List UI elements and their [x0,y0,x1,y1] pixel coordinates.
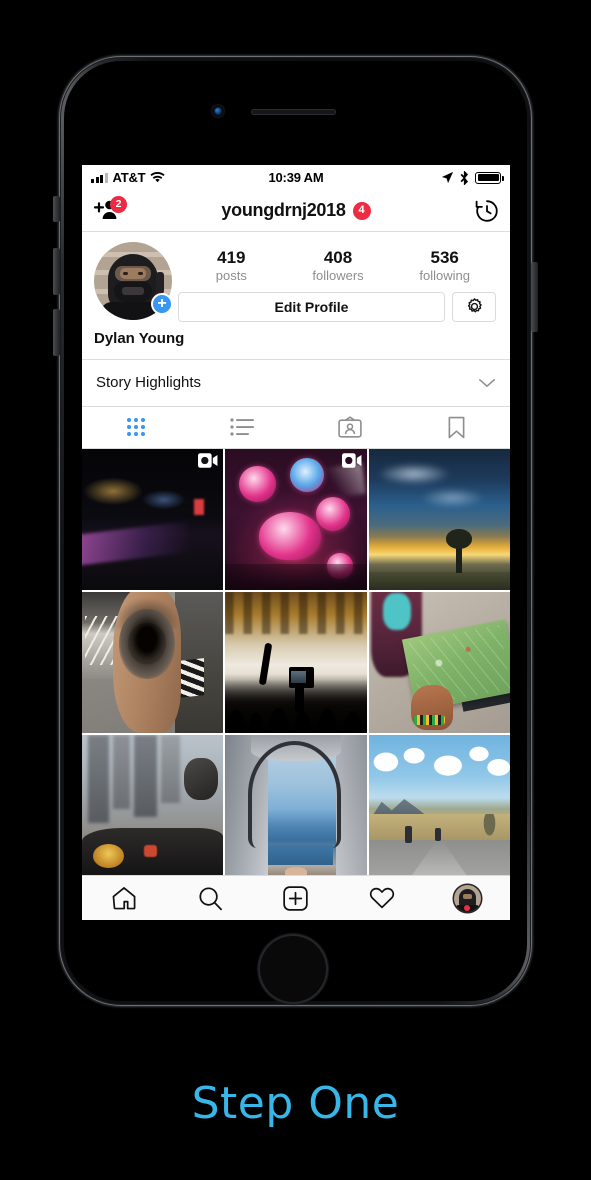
bookmark-icon [448,416,465,438]
bluetooth-icon [460,170,469,185]
grid-post-7[interactable] [82,735,224,877]
grid-icon [126,418,145,437]
sensor-row [0,105,591,119]
profile-stats: 419 posts 408 followers 536 following [178,242,498,283]
post-thumbnail [225,735,367,877]
wifi-icon [150,172,166,183]
tab-list[interactable] [189,407,296,448]
bottom-tab-bar [82,875,510,920]
tab-saved[interactable] [403,407,510,448]
heart-icon [369,887,394,909]
posts-count: 419 [217,248,246,267]
story-highlights-label: Story Highlights [96,374,202,392]
followers-label: followers [312,267,364,283]
profile-actions: Edit Profile [178,291,498,322]
profile-notification-dot [464,904,471,911]
silent-switch[interactable] [53,196,60,222]
grid-post-4[interactable] [82,591,224,734]
video-icon [341,452,362,468]
post-thumbnail [368,591,510,734]
status-bar-left: AT&T [91,170,269,185]
bottom-tab-home[interactable] [82,886,168,910]
grid-post-1[interactable] [82,448,224,590]
grid-post-8[interactable] [225,735,367,877]
post-thumbnail [368,448,510,590]
tagged-photos-icon [337,416,362,438]
tab-grid[interactable] [82,407,189,448]
bottom-tab-search[interactable] [168,886,254,911]
avatar[interactable]: + [94,242,173,320]
location-arrow-icon [441,171,454,184]
volume-up-button[interactable] [53,248,60,295]
post-thumbnail [225,591,367,734]
carrier-label: AT&T [112,170,146,185]
post-thumbnail [368,735,510,877]
status-bar-right [324,170,504,185]
followers-count: 408 [323,248,353,267]
chevron-down-icon[interactable] [478,377,496,389]
posts-grid [82,448,510,877]
profile-username: youngdrnj2018 [221,200,346,220]
list-icon [229,418,254,436]
username-badge: 4 [352,201,371,220]
video-icon [198,452,218,468]
plus-square-icon [283,885,309,911]
settings-button[interactable] [452,291,496,322]
profile-username-area[interactable]: youngdrnj2018 4 [152,200,440,221]
post-thumbnail [82,448,224,590]
caption-text: Step One [191,1078,400,1129]
stat-posts[interactable]: 419 posts [178,248,285,283]
stat-following[interactable]: 536 following [391,248,498,283]
power-button[interactable] [531,262,538,332]
post-thumbnail [82,591,224,734]
home-icon [112,887,136,910]
front-camera-icon [212,105,224,117]
profile-tabs [82,406,510,449]
grid-post-9[interactable] [368,735,510,877]
following-count: 536 [430,248,459,267]
nav-right [440,198,500,224]
battery-full-icon [475,171,504,184]
post-thumbnail [225,448,367,590]
profile-full-name: Dylan Young [94,329,185,347]
add-person-button[interactable]: 2 [92,195,127,223]
tab-tagged[interactable] [296,407,403,448]
status-bar: AT&T 10:39 AM [82,165,510,190]
cellular-signal-icon [91,172,108,183]
phone-screen: AT&T 10:39 AM 2 youngdrnj2018 4 + 419 po… [82,165,510,920]
following-label: following [419,267,470,283]
edit-profile-button[interactable]: Edit Profile [178,291,445,322]
earpiece-speaker-icon [251,109,336,115]
clock-label: 10:39 AM [268,170,324,185]
post-thumbnail [82,735,224,877]
archive-clock-icon[interactable] [474,198,500,224]
home-button[interactable] [258,934,328,1004]
search-icon [199,886,222,910]
story-highlights-row[interactable]: Story Highlights [82,358,510,407]
grid-post-6[interactable] [368,591,510,734]
add-person-badge: 2 [110,195,127,213]
volume-down-button[interactable] [53,309,60,356]
grid-post-3[interactable] [368,448,510,590]
grid-post-2[interactable] [225,448,367,590]
add-story-badge[interactable]: + [151,293,173,315]
nav-left: 2 [92,195,152,223]
profile-header-right: 419 posts 408 followers 536 following Ed… [172,242,498,322]
gear-icon [467,298,482,313]
profile-nav-bar: 2 youngdrnj2018 4 [82,190,510,232]
screenshot-stage: AT&T 10:39 AM 2 youngdrnj2018 4 + 419 po… [0,0,591,1180]
bottom-tab-add-post[interactable] [253,885,339,911]
stat-followers[interactable]: 408 followers [285,248,392,283]
bottom-tab-profile[interactable] [424,884,510,912]
posts-label: posts [215,267,247,283]
grid-post-5[interactable] [225,591,367,734]
profile-header: + 419 posts 408 followers 536 following [82,232,510,322]
bottom-tab-activity[interactable] [339,886,425,910]
